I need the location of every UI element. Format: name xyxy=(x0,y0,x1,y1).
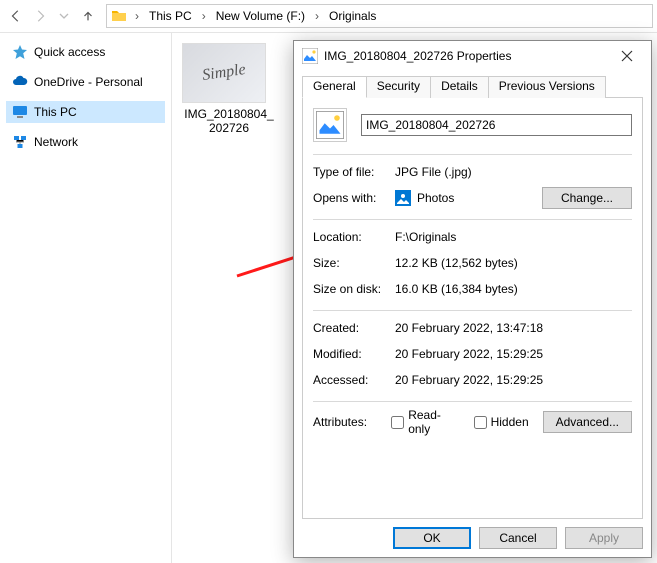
value-opens-with: Photos xyxy=(417,191,454,205)
tab-security[interactable]: Security xyxy=(366,76,431,98)
label-type: Type of file: xyxy=(313,165,395,179)
hidden-checkbox[interactable] xyxy=(474,416,487,429)
monitor-icon xyxy=(12,104,28,120)
nav-back-button[interactable] xyxy=(4,4,28,28)
hidden-text: Hidden xyxy=(491,415,529,429)
ok-button[interactable]: OK xyxy=(393,527,471,549)
value-size-on-disk: 16.0 KB (16,384 bytes) xyxy=(395,282,632,296)
photos-app-icon xyxy=(395,190,411,206)
tree-quick-access[interactable]: Quick access xyxy=(6,41,165,63)
network-icon xyxy=(12,134,28,150)
tree-label: Quick access xyxy=(34,45,105,59)
file-thumbnail xyxy=(182,43,266,103)
label-accessed: Accessed: xyxy=(313,373,395,387)
close-icon xyxy=(621,50,633,62)
value-location: F:\Originals xyxy=(395,230,632,244)
tree-label: OneDrive - Personal xyxy=(34,75,143,89)
value-created: 20 February 2022, 13:47:18 xyxy=(395,321,632,335)
label-created: Created: xyxy=(313,321,395,335)
label-size: Size: xyxy=(313,256,395,270)
dialog-titlebar[interactable]: IMG_20180804_202726 Properties xyxy=(294,41,651,71)
nav-forward-button[interactable] xyxy=(28,4,52,28)
label-opens-with: Opens with: xyxy=(313,191,395,205)
nav-up-button[interactable] xyxy=(76,4,100,28)
apply-button[interactable]: Apply xyxy=(565,527,643,549)
dialog-title: IMG_20180804_202726 Properties xyxy=(324,49,609,63)
tree-label: Network xyxy=(34,135,78,149)
tab-panel-general: Type of file:JPG File (.jpg) Opens with:… xyxy=(302,98,643,519)
tab-general[interactable]: General xyxy=(302,76,367,98)
tree-network[interactable]: Network xyxy=(6,131,165,153)
star-icon xyxy=(12,44,28,60)
tree-label: This PC xyxy=(34,105,77,119)
tab-strip: General Security Details Previous Versio… xyxy=(302,75,643,98)
file-name: IMG_20180804_202726 xyxy=(182,107,276,135)
chevron-right-icon: › xyxy=(131,9,143,23)
advanced-button[interactable]: Advanced... xyxy=(543,411,632,433)
label-attributes: Attributes: xyxy=(313,415,391,429)
properties-dialog: IMG_20180804_202726 Properties General S… xyxy=(293,40,652,558)
address-bar[interactable]: › This PC › New Volume (F:) › Originals xyxy=(106,4,653,28)
tree-onedrive[interactable]: OneDrive - Personal xyxy=(6,71,165,93)
hidden-checkbox-label[interactable]: Hidden xyxy=(474,415,529,429)
value-modified: 20 February 2022, 15:29:25 xyxy=(395,347,632,361)
folder-icon xyxy=(111,8,127,24)
cloud-icon xyxy=(12,74,28,90)
label-size-on-disk: Size on disk: xyxy=(313,282,395,296)
nav-history-dropdown[interactable] xyxy=(52,4,76,28)
image-icon xyxy=(302,48,318,64)
value-type: JPG File (.jpg) xyxy=(395,165,632,179)
chevron-right-icon: › xyxy=(198,9,210,23)
label-modified: Modified: xyxy=(313,347,395,361)
breadcrumb-seg[interactable]: This PC xyxy=(147,9,194,23)
readonly-checkbox[interactable] xyxy=(391,416,404,429)
readonly-text: Read-only xyxy=(408,408,459,436)
label-location: Location: xyxy=(313,230,395,244)
file-item[interactable]: IMG_20180804_202726 xyxy=(182,43,276,135)
tab-details[interactable]: Details xyxy=(430,76,489,98)
breadcrumb-seg[interactable]: Originals xyxy=(327,9,378,23)
value-accessed: 20 February 2022, 15:29:25 xyxy=(395,373,632,387)
change-button[interactable]: Change... xyxy=(542,187,632,209)
nav-tree: Quick access OneDrive - Personal This PC… xyxy=(0,33,172,563)
close-button[interactable] xyxy=(609,44,645,68)
readonly-checkbox-label[interactable]: Read-only xyxy=(391,408,459,436)
value-size: 12.2 KB (12,562 bytes) xyxy=(395,256,632,270)
file-type-icon xyxy=(313,108,347,142)
filename-input[interactable] xyxy=(361,114,632,136)
tab-previous-versions[interactable]: Previous Versions xyxy=(488,76,606,98)
breadcrumb-seg[interactable]: New Volume (F:) xyxy=(214,9,307,23)
cancel-button[interactable]: Cancel xyxy=(479,527,557,549)
tree-this-pc[interactable]: This PC xyxy=(6,101,165,123)
chevron-right-icon: › xyxy=(311,9,323,23)
